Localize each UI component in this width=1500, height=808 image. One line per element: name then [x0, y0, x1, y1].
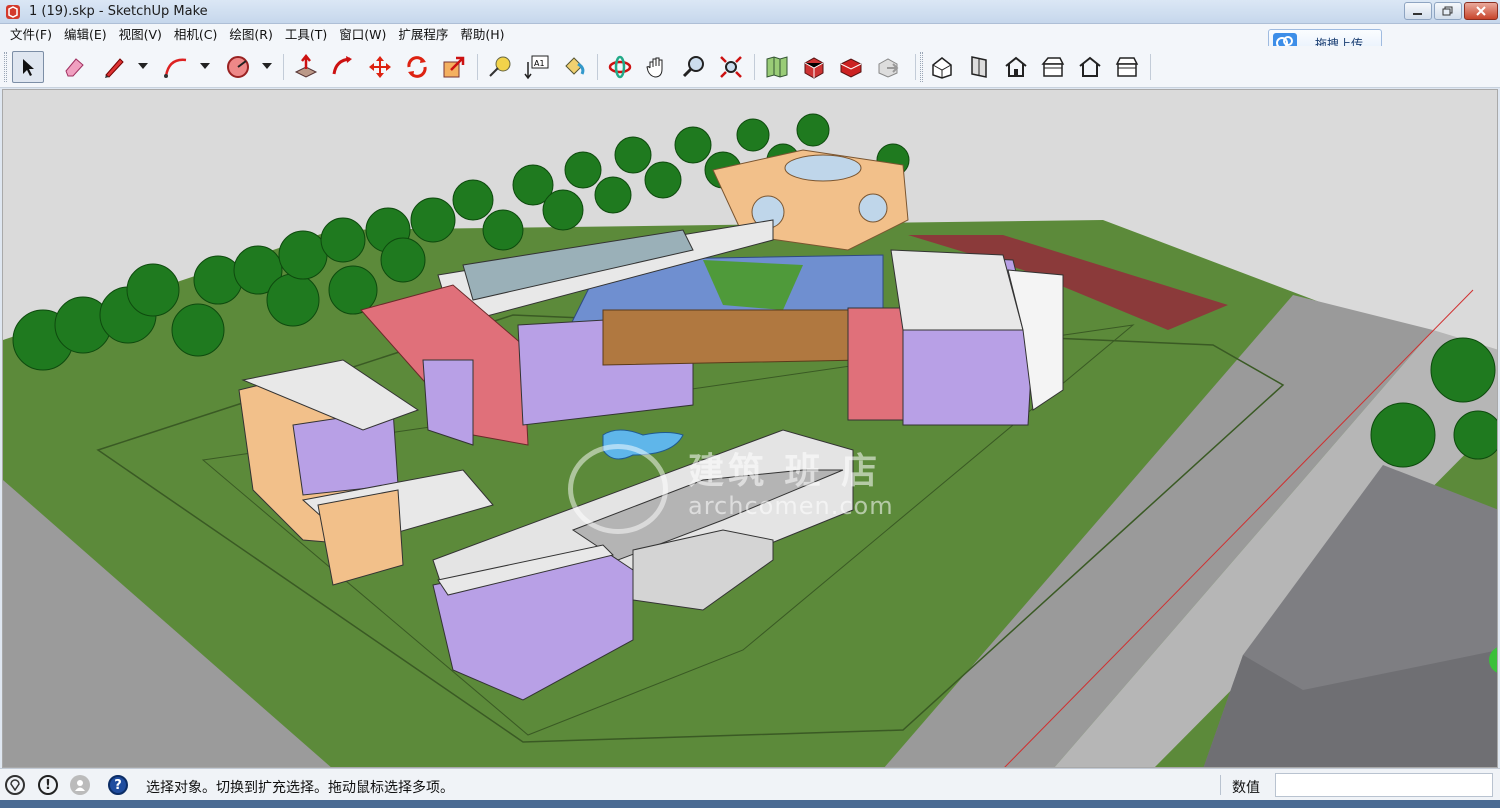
push-pull-tool-button[interactable] [290, 51, 322, 83]
add-location-button[interactable] [761, 51, 793, 83]
orbit-icon [608, 55, 632, 79]
menu-extensions[interactable]: 扩展程序 [392, 25, 454, 45]
3d-warehouse-button[interactable] [798, 51, 830, 83]
model-scene [3, 113, 1497, 767]
menu-file[interactable]: 文件(F) [4, 25, 58, 45]
restore-icon [1442, 6, 1453, 16]
menu-window[interactable]: 窗口(W) [333, 25, 392, 45]
follow-me-tool-button[interactable] [327, 51, 359, 83]
user-account-icon[interactable] [70, 775, 90, 795]
tape-measure-tool-button[interactable] [484, 51, 516, 83]
share-model-icon [878, 58, 899, 78]
sketchup-app-icon [6, 5, 20, 19]
move-tool-button[interactable] [364, 51, 396, 83]
select-tool-button[interactable] [12, 51, 44, 83]
paint-bucket-icon [565, 57, 585, 75]
circle-shape-icon [227, 56, 249, 78]
move-icon [369, 56, 391, 78]
pan-hand-icon [646, 57, 663, 78]
top-view-icon [971, 56, 987, 78]
close-icon [1476, 6, 1486, 16]
window-title: 1 (19).skp - SketchUp Make [29, 4, 208, 19]
left-view-icon [1115, 57, 1139, 77]
pan-tool-button[interactable] [641, 51, 673, 83]
text-label-icon: A1 [524, 55, 549, 80]
3d-warehouse-icon [804, 57, 824, 79]
line-tool-dropdown[interactable] [138, 63, 148, 69]
right-view-icon [1041, 57, 1065, 77]
extension-warehouse-icon [840, 58, 862, 78]
select-arrow-icon [23, 59, 34, 76]
follow-me-icon [332, 56, 352, 75]
credits-info-icon[interactable]: ! [38, 775, 58, 795]
eraser-icon [65, 58, 84, 77]
help-instructor-icon[interactable]: ? [108, 775, 128, 795]
left-view-button[interactable] [1111, 51, 1143, 83]
tape-measure-icon [489, 56, 511, 77]
status-bar: ! ? 选择对象。切换到扩充选择。拖动鼠标选择多项。 数值 [0, 768, 1500, 800]
line-tool-button[interactable] [98, 51, 130, 83]
back-view-icon [1079, 56, 1101, 77]
front-view-button[interactable] [1000, 51, 1032, 83]
map-location-icon [766, 56, 788, 78]
arc-tool-button[interactable] [160, 51, 192, 83]
share-model-button[interactable] [872, 51, 904, 83]
geo-location-icon[interactable] [5, 775, 25, 795]
measurements-label: 数值 [1232, 780, 1260, 796]
rotate-icon [407, 56, 427, 78]
menu-edit[interactable]: 编辑(E) [58, 25, 113, 45]
iso-view-button[interactable] [926, 51, 958, 83]
restore-button[interactable] [1434, 2, 1462, 20]
paint-bucket-tool-button[interactable] [558, 51, 590, 83]
zoom-extents-icon [720, 56, 742, 78]
svg-text:A1: A1 [534, 59, 545, 68]
toolbar-grip-views[interactable] [920, 52, 923, 82]
right-view-button[interactable] [1037, 51, 1069, 83]
shape-tool-dropdown[interactable] [262, 63, 272, 69]
back-view-button[interactable] [1074, 51, 1106, 83]
minimize-icon [1413, 13, 1422, 15]
menu-help[interactable]: 帮助(H) [454, 25, 510, 45]
extension-warehouse-button[interactable] [835, 51, 867, 83]
push-pull-icon [294, 54, 318, 78]
text-tool-button[interactable]: A1 [521, 51, 553, 83]
main-toolbar: A1 [0, 46, 1500, 88]
menu-view[interactable]: 视图(V) [113, 25, 168, 45]
rotate-tool-button[interactable] [401, 51, 433, 83]
shape-tool-button[interactable] [222, 51, 254, 83]
zoom-icon [682, 56, 704, 78]
top-view-button[interactable] [963, 51, 995, 83]
close-button[interactable] [1464, 2, 1498, 20]
arc-icon [164, 58, 187, 78]
measurements-input[interactable] [1275, 773, 1493, 797]
toolbar-grip[interactable] [4, 52, 7, 82]
minimize-button[interactable] [1404, 2, 1432, 20]
arc-tool-dropdown[interactable] [200, 63, 210, 69]
zoom-extents-tool-button[interactable] [715, 51, 747, 83]
zoom-tool-button[interactable] [678, 51, 710, 83]
title-bar: 1 (19).skp - SketchUp Make [0, 0, 1500, 24]
menu-camera[interactable]: 相机(C) [168, 25, 223, 45]
pencil-line-icon [105, 58, 124, 78]
scale-icon [443, 56, 465, 78]
iso-view-icon [932, 57, 952, 79]
scale-tool-button[interactable] [438, 51, 470, 83]
model-viewport[interactable]: 建筑 班 店 archcomen.com [2, 89, 1498, 768]
menu-tools[interactable]: 工具(T) [279, 25, 333, 45]
status-message: 选择对象。切换到扩充选择。拖动鼠标选择多项。 [146, 780, 454, 796]
taskbar-strip [0, 800, 1500, 808]
eraser-tool-button[interactable] [58, 51, 90, 83]
front-view-icon [1005, 56, 1027, 77]
menu-draw[interactable]: 绘图(R) [223, 25, 278, 45]
orbit-tool-button[interactable] [604, 51, 636, 83]
